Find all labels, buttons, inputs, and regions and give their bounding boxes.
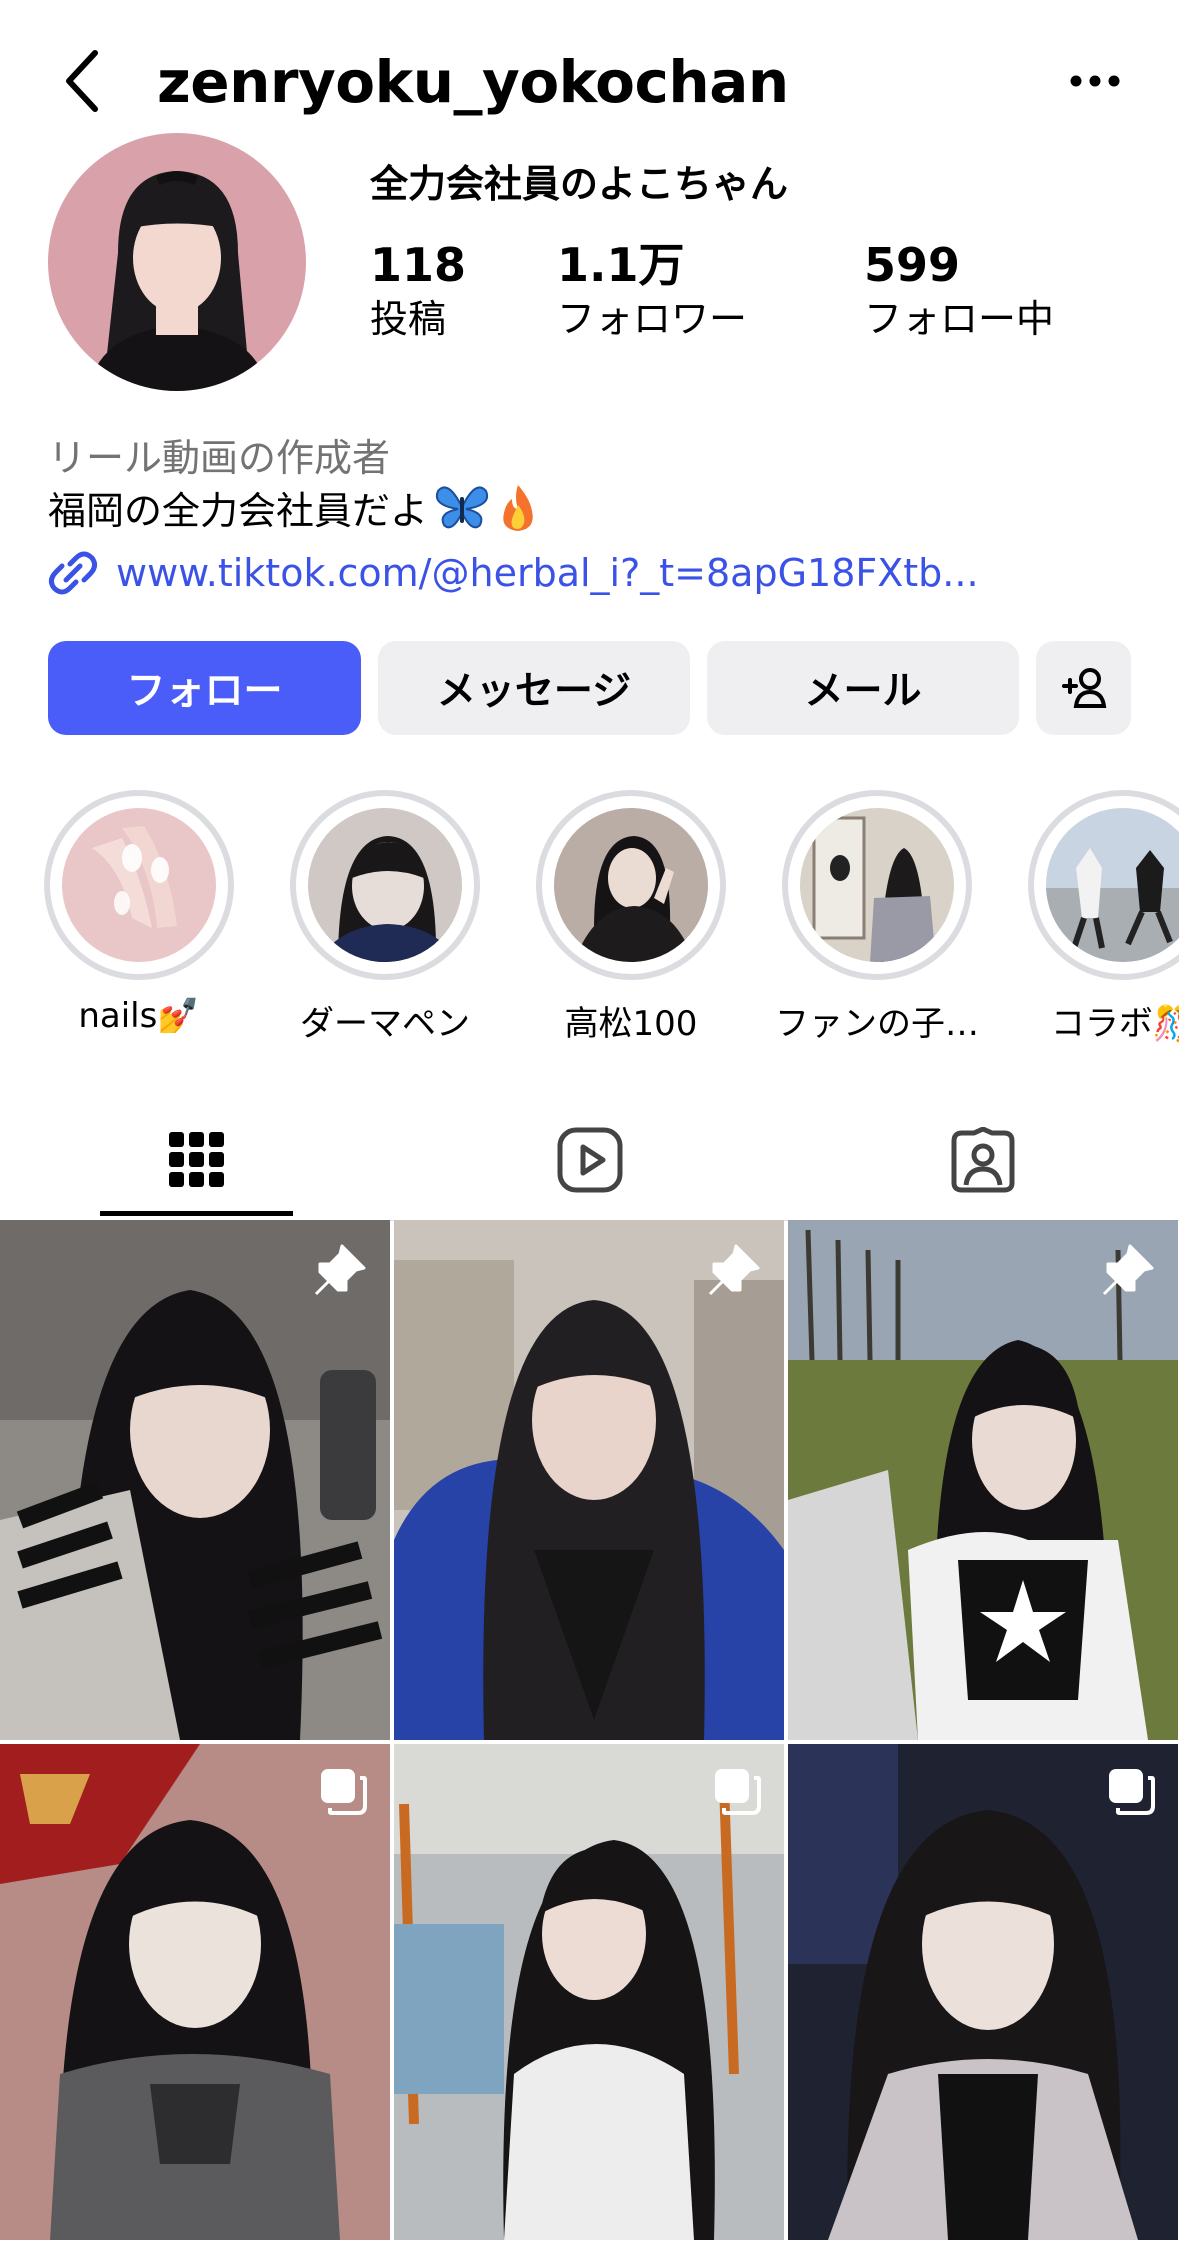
ellipsis-icon	[1070, 75, 1120, 87]
following-label: フォロー中	[864, 297, 1055, 341]
add-person-icon	[1061, 668, 1106, 708]
posts-stat[interactable]: 118 投稿	[370, 236, 466, 344]
posts-label: 投稿	[370, 297, 447, 341]
following-count: 599	[864, 238, 961, 292]
highlight-item[interactable]: 高松100	[536, 790, 726, 1045]
grid-icon	[168, 1132, 224, 1187]
suggest-users-button[interactable]	[1036, 641, 1131, 735]
tab-tagged[interactable]	[886, 1100, 1079, 1220]
bio-text: 福岡の全力会社員だよ	[48, 489, 429, 533]
followers-count: 1.1万	[557, 238, 685, 292]
highlight-label: 高松100	[564, 1004, 698, 1044]
followers-stat[interactable]: 1.1万 フォロワー	[557, 236, 747, 344]
message-button[interactable]: メッセージ	[378, 641, 690, 735]
profile-bio: 福岡の全力会社員だよ	[48, 480, 540, 535]
post-thumbnail[interactable]	[0, 1744, 390, 2264]
followers-label: フォロワー	[557, 297, 748, 341]
fire-icon	[503, 484, 533, 531]
post-thumbnail[interactable]	[394, 1744, 784, 2264]
tagged-icon	[951, 1127, 1014, 1193]
mail-button[interactable]: メール	[707, 641, 1019, 735]
highlight-item[interactable]: コラボ🎊	[1028, 790, 1179, 1045]
butterfly-icon	[436, 486, 489, 528]
pin-icon	[708, 1244, 760, 1296]
profile-username: zenryoku_yokochan	[157, 48, 789, 116]
highlight-label: ファンの子…	[775, 1004, 979, 1044]
profile-category: リール動画の作成者	[48, 436, 391, 480]
carousel-icon	[1109, 1769, 1155, 1815]
more-options-button[interactable]	[1060, 56, 1130, 106]
carousel-icon	[715, 1769, 761, 1815]
post-thumbnail[interactable]	[394, 1220, 784, 1740]
highlight-label: コラボ🎊	[1050, 1004, 1179, 1044]
profile-tabs	[0, 1100, 1179, 1221]
post-thumbnail[interactable]	[788, 1220, 1178, 1740]
highlight-item[interactable]: nails💅	[44, 790, 234, 1036]
back-button[interactable]	[52, 44, 112, 118]
following-stat[interactable]: 599 フォロー中	[864, 236, 1054, 344]
link-icon	[48, 551, 98, 595]
highlight-label: nails💅	[78, 996, 200, 1036]
highlight-item[interactable]: ダーマペン	[290, 790, 480, 1045]
post-thumbnail[interactable]	[788, 1744, 1178, 2264]
tab-reels[interactable]	[493, 1100, 686, 1220]
chevron-left-icon	[66, 50, 98, 112]
highlight-item[interactable]: ファンの子…	[775, 790, 979, 1045]
reels-icon	[557, 1127, 622, 1193]
carousel-icon	[321, 1769, 367, 1815]
profile-avatar[interactable]	[48, 133, 306, 391]
profile-link[interactable]: www.tiktok.com/@herbal_i?_t=8apG18FXtb..…	[48, 548, 979, 598]
pin-icon	[1102, 1244, 1154, 1296]
pin-icon	[314, 1244, 366, 1296]
link-text[interactable]: www.tiktok.com/@herbal_i?_t=8apG18FXtb..…	[116, 551, 979, 595]
follow-button[interactable]: フォロー	[48, 641, 361, 735]
post-thumbnail[interactable]	[0, 1220, 390, 1740]
tab-posts-grid[interactable]	[100, 1100, 293, 1220]
display-name: 全力会社員のよこちゃん	[370, 162, 789, 206]
posts-count: 118	[370, 238, 467, 292]
highlight-label: ダーマペン	[300, 1004, 470, 1044]
